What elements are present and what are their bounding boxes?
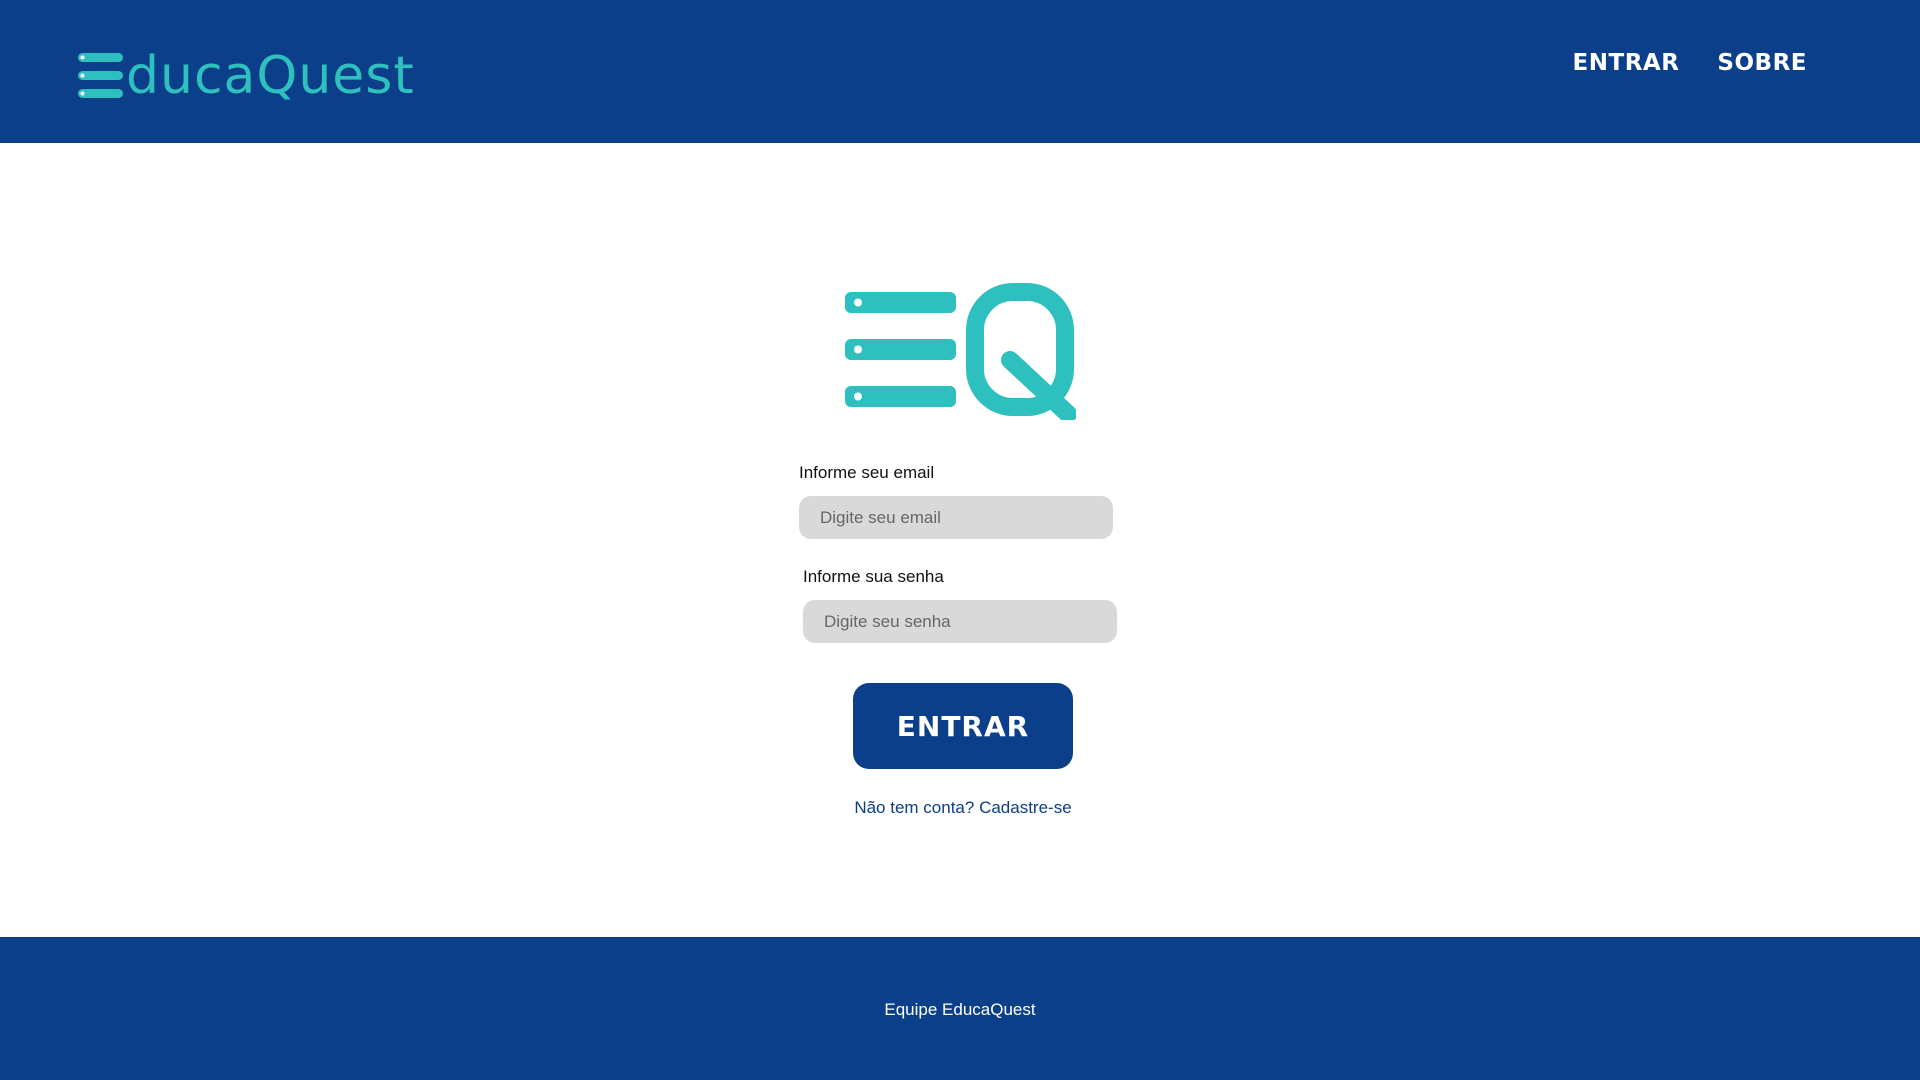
footer-text: Equipe EducaQuest bbox=[884, 1000, 1036, 1019]
nav-sobre-link[interactable]: SOBRE bbox=[1717, 50, 1807, 76]
brand-name: ducaQuest bbox=[126, 46, 415, 106]
login-main: Informe seu email Informe sua senha ENTR… bbox=[0, 143, 1920, 937]
login-button[interactable]: ENTRAR bbox=[853, 683, 1073, 769]
eq-logo-icon bbox=[845, 283, 1076, 420]
page-footer: Equipe EducaQuest bbox=[0, 937, 1920, 1080]
brand-logo-link[interactable]: ducaQuest bbox=[78, 46, 415, 106]
top-nav: ENTRAR SOBRE bbox=[1573, 50, 1807, 76]
email-input[interactable] bbox=[799, 496, 1113, 539]
password-input[interactable] bbox=[803, 600, 1117, 643]
signup-link[interactable]: Não tem conta? Cadastre-se bbox=[0, 798, 1920, 818]
top-header: ducaQuest ENTRAR SOBRE bbox=[0, 0, 1920, 143]
nav-entrar-link[interactable]: ENTRAR bbox=[1573, 50, 1680, 76]
email-label: Informe seu email bbox=[799, 463, 935, 482]
menu-e-icon bbox=[78, 53, 123, 98]
password-label: Informe sua senha bbox=[803, 567, 944, 586]
